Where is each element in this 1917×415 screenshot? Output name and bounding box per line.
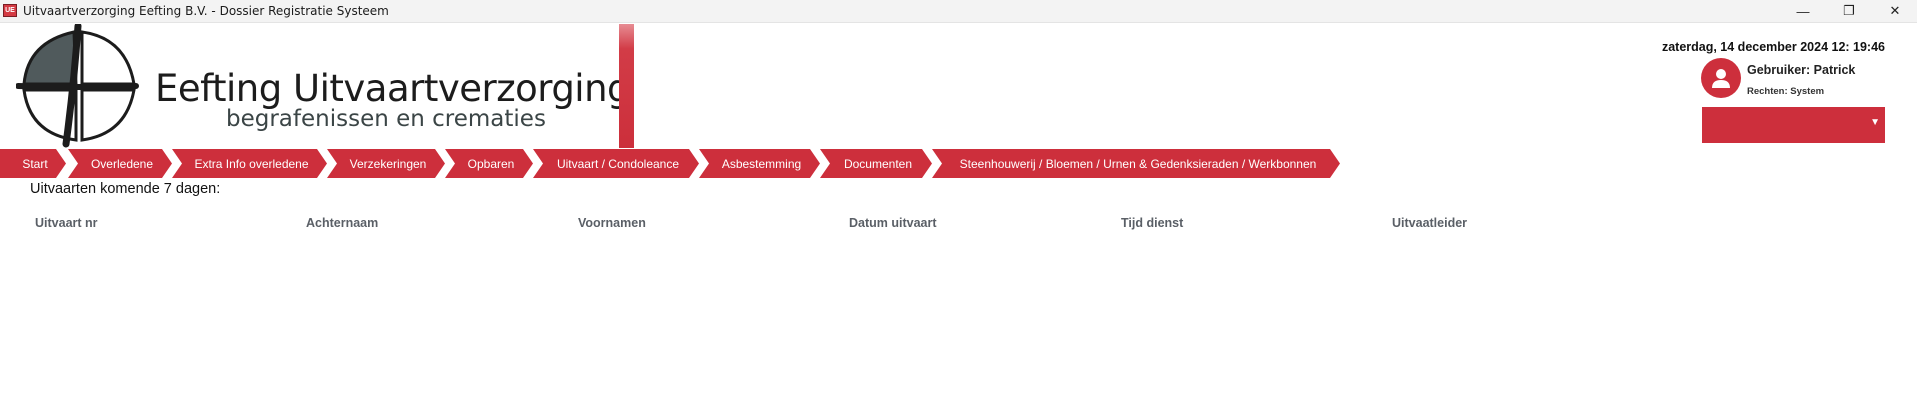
nav-item-extra-info[interactable]: Extra Info overledene — [172, 149, 327, 178]
column-header-tijd-dienst[interactable]: Tijd dienst — [1121, 216, 1183, 230]
window-titlebar: UE Uitvaartverzorging Eefting B.V. - Dos… — [0, 0, 1917, 23]
nav-item-overledene[interactable]: Overledene — [68, 149, 172, 178]
column-header-datum-uitvaart[interactable]: Datum uitvaart — [849, 216, 937, 230]
window-title: Uitvaartverzorging Eefting B.V. - Dossie… — [23, 4, 389, 18]
nav-item-asbestemming[interactable]: Asbestemming — [699, 149, 820, 178]
user-icon — [1701, 58, 1741, 98]
logo-divider-strip — [619, 24, 634, 148]
chevron-down-icon: ▼ — [1870, 117, 1880, 128]
maximize-button[interactable]: ❐ — [1826, 0, 1872, 22]
nav-item-opbaren[interactable]: Opbaren — [445, 149, 533, 178]
logo-subtitle: begrafenissen en crematies — [226, 106, 546, 132]
column-header-uitvaart-nr[interactable]: Uitvaart nr — [35, 216, 98, 230]
column-header-uitvaartleider[interactable]: Uitvaatleider — [1392, 216, 1467, 230]
close-button[interactable]: ✕ — [1872, 0, 1917, 22]
column-header-achternaam[interactable]: Achternaam — [306, 216, 378, 230]
logo-cross-icon — [15, 22, 139, 148]
nav-item-steenhouwerij[interactable]: Steenhouwerij / Bloemen / Urnen & Gedenk… — [932, 149, 1340, 178]
user-label: Gebruiker: Patrick — [1747, 63, 1856, 77]
minimize-button[interactable]: — — [1780, 0, 1826, 22]
user-dropdown[interactable]: ▼ — [1702, 107, 1885, 143]
column-header-voornamen[interactable]: Voornamen — [578, 216, 646, 230]
page-title: Uitvaarten komende 7 dagen: — [30, 181, 221, 197]
app-icon: UE — [3, 4, 17, 17]
nav-item-documenten[interactable]: Documenten — [820, 149, 932, 178]
main-navigation: Start Overledene Extra Info overledene V… — [0, 149, 1340, 178]
logo-title: Eefting Uitvaartverzorging — [155, 67, 631, 110]
rights-label: Rechten: System — [1747, 86, 1825, 97]
nav-item-verzekeringen[interactable]: Verzekeringen — [327, 149, 445, 178]
nav-item-uitvaart[interactable]: Uitvaart / Condoleance — [533, 149, 699, 178]
current-datetime: zaterdag, 14 december 2024 12: 19:46 — [1661, 40, 1885, 54]
nav-item-start[interactable]: Start — [0, 149, 66, 178]
